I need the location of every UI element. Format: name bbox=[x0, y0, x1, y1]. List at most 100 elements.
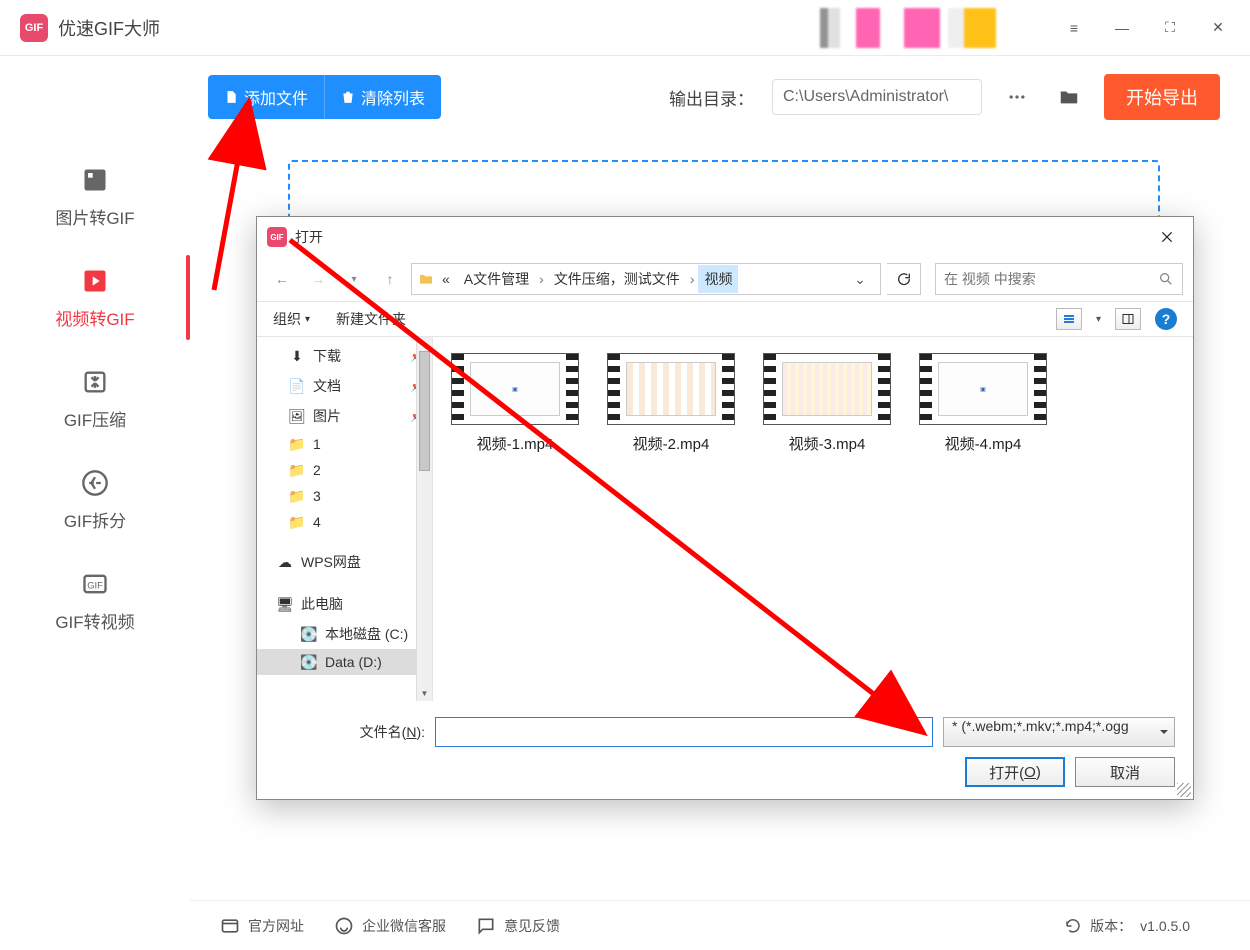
split-icon bbox=[79, 467, 111, 499]
app-title: 优速GIF大师 bbox=[58, 15, 160, 41]
sidebar-item-video-to-gif[interactable]: 视频转GIF bbox=[0, 247, 190, 348]
file-item[interactable]: ▣ 视频-1.mp4 bbox=[449, 353, 581, 454]
sidebar-item-gif-compress[interactable]: GIF压缩 bbox=[0, 348, 190, 449]
maximize-button[interactable]: ⛶ bbox=[1146, 6, 1194, 50]
official-site-label: 官方网址 bbox=[248, 916, 304, 936]
tree-item[interactable]: 📁1 bbox=[257, 431, 432, 457]
sidebar-item-label: GIF压缩 bbox=[64, 406, 126, 431]
download-icon: ⬇ bbox=[289, 348, 305, 364]
tree-item[interactable]: 📄文档📌 bbox=[257, 371, 432, 401]
dialog-close-button[interactable] bbox=[1151, 221, 1183, 253]
breadcrumb-part-1[interactable]: 文件压缩，测试文件 bbox=[548, 265, 686, 293]
sidebar-item-label: GIF拆分 bbox=[64, 507, 126, 532]
file-name: 视频-4.mp4 bbox=[945, 433, 1022, 454]
video-thumbnail bbox=[763, 353, 891, 425]
breadcrumb-part-0[interactable]: A文件管理 bbox=[458, 265, 535, 293]
add-file-label: 添加文件 bbox=[244, 85, 308, 109]
version-value: v1.0.5.0 bbox=[1140, 918, 1190, 934]
version-label: 版本： bbox=[1090, 916, 1132, 936]
close-button[interactable]: ✕ bbox=[1194, 6, 1242, 50]
tree-item[interactable]: 🖥此电脑 bbox=[257, 589, 432, 619]
search-box[interactable] bbox=[935, 263, 1183, 295]
menu-icon[interactable]: ≡ bbox=[1050, 6, 1098, 50]
sidebar: 图片转GIF 视频转GIF GIF压缩 GIF拆分 GIF GIF转视频 bbox=[0, 56, 190, 900]
compress-icon bbox=[79, 366, 111, 398]
folder-icon[interactable] bbox=[1052, 79, 1086, 115]
disk-icon: 💽 bbox=[301, 654, 317, 670]
sidebar-item-gif-split[interactable]: GIF拆分 bbox=[0, 449, 190, 550]
chat-icon bbox=[476, 916, 496, 936]
breadcrumb-prefix[interactable]: « bbox=[436, 267, 456, 291]
breadcrumb-part-2[interactable]: 视频 bbox=[698, 265, 738, 293]
output-dir-label: 输出目录： bbox=[669, 85, 754, 110]
view-mode-button[interactable] bbox=[1056, 308, 1082, 330]
file-item[interactable]: ▣ 视频-4.mp4 bbox=[917, 353, 1049, 454]
feedback-label: 意见反馈 bbox=[504, 916, 560, 936]
sidebar-item-gif-to-video[interactable]: GIF GIF转视频 bbox=[0, 550, 190, 651]
video-thumbnail: ▣ bbox=[919, 353, 1047, 425]
sidebar-item-label: 图片转GIF bbox=[55, 204, 134, 229]
video-thumbnail: ▣ bbox=[451, 353, 579, 425]
organize-menu[interactable]: 组织▾ bbox=[273, 309, 310, 329]
headset-icon bbox=[334, 916, 354, 936]
breadcrumb-dropdown-button[interactable]: ⌄ bbox=[846, 271, 874, 288]
more-icon[interactable] bbox=[1000, 79, 1034, 115]
trash-icon bbox=[341, 89, 355, 105]
tree-item[interactable]: ⬇下载📌 bbox=[257, 341, 432, 371]
tree-item[interactable]: ☁WPS网盘 bbox=[257, 547, 432, 577]
help-button[interactable]: ? bbox=[1155, 308, 1177, 330]
filename-dropdown-button[interactable]: ⌄ bbox=[916, 724, 925, 737]
breadcrumb-bar[interactable]: « A文件管理 › 文件压缩，测试文件 › 视频 ⌄ bbox=[411, 263, 881, 295]
resize-grip[interactable] bbox=[1177, 783, 1191, 797]
file-list-area[interactable]: ▣ 视频-1.mp4 视频-2.mp4 视频-3.mp4 ▣ 视频-4.mp4 bbox=[433, 337, 1193, 701]
wechat-support-link[interactable]: 企业微信客服 bbox=[334, 916, 446, 936]
folder-small-icon bbox=[418, 271, 434, 287]
chevron-right-icon: › bbox=[537, 271, 546, 287]
version-info[interactable]: 版本： v1.0.5.0 bbox=[1064, 916, 1190, 936]
sidebar-item-label: 视频转GIF bbox=[55, 305, 134, 330]
nav-forward-button[interactable]: → bbox=[303, 264, 333, 294]
preview-pane-button[interactable] bbox=[1115, 308, 1141, 330]
filename-input[interactable] bbox=[435, 717, 933, 747]
chevron-right-icon: › bbox=[688, 271, 697, 287]
minimize-button[interactable]: — bbox=[1098, 6, 1146, 50]
nav-up-button[interactable]: ↑ bbox=[375, 264, 405, 294]
web-icon bbox=[220, 916, 240, 936]
svg-text:GIF: GIF bbox=[87, 581, 103, 591]
gif-icon: GIF bbox=[79, 568, 111, 600]
add-file-button[interactable]: 添加文件 bbox=[208, 75, 324, 119]
folder-icon: 📁 bbox=[289, 514, 305, 530]
main-toolbar: 添加文件 清除列表 输出目录： C:\Users\Administrator\ … bbox=[208, 74, 1220, 120]
tree-item[interactable]: 📁3 bbox=[257, 483, 432, 509]
file-name: 视频-2.mp4 bbox=[633, 433, 710, 454]
nav-history-button[interactable]: ▾ bbox=[339, 264, 369, 294]
view-mode-dropdown[interactable]: ▾ bbox=[1096, 314, 1101, 325]
tree-item[interactable]: 🖼图片📌 bbox=[257, 401, 432, 431]
clear-list-label: 清除列表 bbox=[361, 85, 425, 109]
file-item[interactable]: 视频-3.mp4 bbox=[761, 353, 893, 454]
file-name: 视频-1.mp4 bbox=[477, 433, 554, 454]
nav-back-button[interactable]: ← bbox=[267, 264, 297, 294]
filetype-dropdown[interactable]: * (*.webm;*.mkv;*.mp4;*.ogg bbox=[943, 717, 1175, 747]
tree-item[interactable]: 💽本地磁盘 (C:) bbox=[257, 619, 432, 649]
feedback-link[interactable]: 意见反馈 bbox=[476, 916, 560, 936]
tree-item[interactable]: 📁4 bbox=[257, 509, 432, 535]
tree-item[interactable]: 📁2 bbox=[257, 457, 432, 483]
start-export-button[interactable]: 开始导出 bbox=[1104, 74, 1220, 120]
file-item[interactable]: 视频-2.mp4 bbox=[605, 353, 737, 454]
cloud-icon: ☁ bbox=[277, 554, 293, 570]
clear-list-button[interactable]: 清除列表 bbox=[324, 75, 441, 119]
tree-item[interactable]: 💽Data (D:) bbox=[257, 649, 432, 675]
pic-icon: 🖼 bbox=[289, 408, 305, 424]
official-site-link[interactable]: 官方网址 bbox=[220, 916, 304, 936]
dialog-nav: ← → ▾ ↑ « A文件管理 › 文件压缩，测试文件 › 视频 ⌄ bbox=[257, 257, 1193, 301]
new-folder-button[interactable]: 新建文件夹 bbox=[336, 309, 406, 329]
disk-icon: 💽 bbox=[301, 626, 317, 642]
open-button[interactable]: 打开(O) bbox=[965, 757, 1065, 787]
output-dir-path[interactable]: C:\Users\Administrator\ bbox=[772, 79, 982, 115]
sidebar-item-img-to-gif[interactable]: 图片转GIF bbox=[0, 146, 190, 247]
search-input[interactable] bbox=[944, 271, 1150, 287]
cancel-button[interactable]: 取消 bbox=[1075, 757, 1175, 787]
refresh-button[interactable] bbox=[887, 263, 921, 295]
tree-scrollbar[interactable]: ▲ ▼ bbox=[416, 337, 432, 701]
